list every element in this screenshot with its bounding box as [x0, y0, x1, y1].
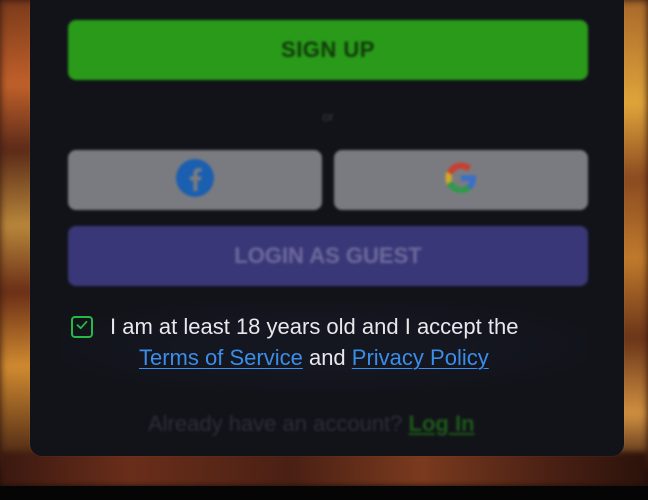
background-bottom: [0, 452, 648, 486]
terms-of-service-link[interactable]: Terms of Service: [139, 345, 303, 370]
login-as-guest-label: LOGIN AS GUEST: [234, 243, 422, 268]
log-in-link[interactable]: Log In: [409, 411, 475, 436]
google-login-button[interactable]: [334, 150, 588, 210]
age-terms-checkbox[interactable]: [71, 316, 93, 338]
google-icon: [443, 160, 479, 201]
terms-text: I am at least 18 years old and I accept …: [110, 314, 519, 339]
already-have-account-text: Already have an account?: [148, 411, 403, 436]
facebook-icon: [175, 158, 215, 203]
login-as-guest-button[interactable]: LOGIN AS GUEST: [68, 226, 588, 286]
already-have-account: Already have an account? Log In: [148, 410, 475, 438]
terms-and-text: and: [308, 345, 346, 370]
sign-up-label: SIGN UP: [281, 37, 375, 62]
facebook-login-button[interactable]: [68, 150, 322, 210]
terms-links-line: Terms of Service and Privacy Policy: [139, 343, 489, 373]
sign-up-button[interactable]: SIGN UP: [68, 20, 588, 80]
or-divider: or: [322, 109, 334, 124]
privacy-policy-link[interactable]: Privacy Policy: [352, 345, 489, 370]
background-floor: [0, 486, 648, 500]
checkmark-icon: [75, 318, 89, 337]
screen: SIGN UP or LOGIN AS GUEST I am at least …: [0, 0, 648, 500]
